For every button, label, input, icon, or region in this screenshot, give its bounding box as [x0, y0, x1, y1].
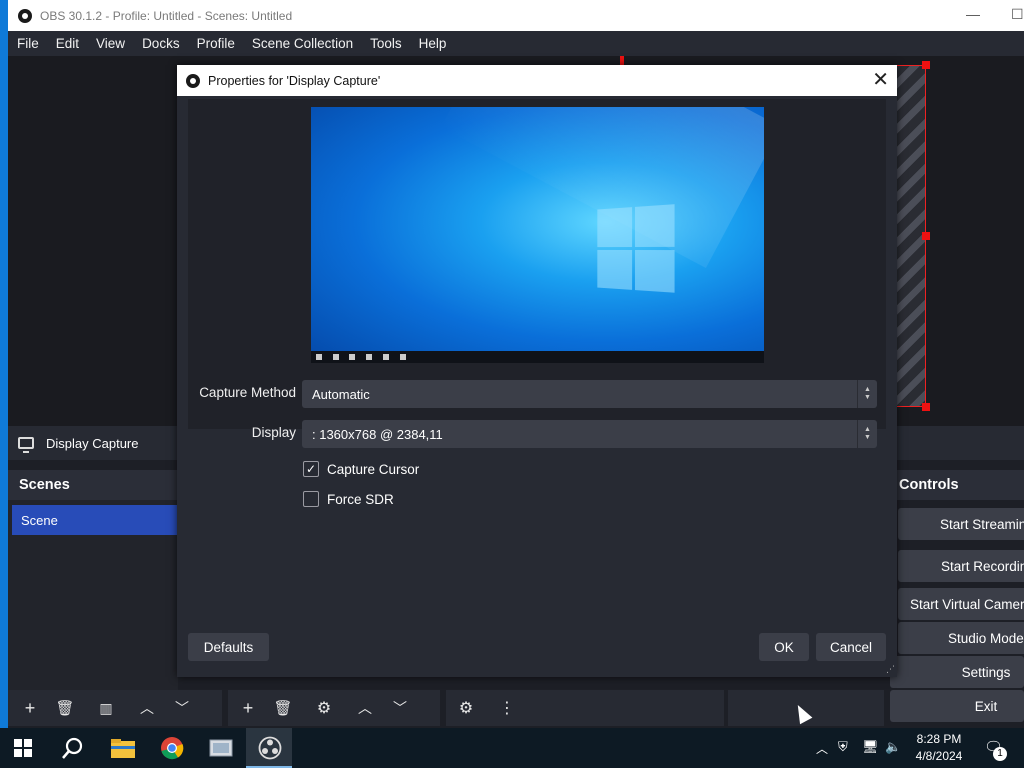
- capture-cursor-checkbox[interactable]: ✓ Capture Cursor: [303, 461, 419, 477]
- defaults-button[interactable]: Defaults: [188, 633, 269, 661]
- scene-filters-button[interactable]: ▥: [92, 696, 120, 720]
- app-icon[interactable]: [208, 736, 234, 760]
- studio-mode-button[interactable]: Studio Mode: [898, 622, 1024, 654]
- capture-method-value: Automatic: [312, 386, 370, 402]
- source-properties-gear-icon[interactable]: ⚙: [310, 696, 338, 720]
- display-value: : 1360x768 @ 2384,11: [312, 426, 443, 442]
- capture-method-label: Capture Method: [199, 385, 296, 400]
- display-select[interactable]: : 1360x768 @ 2384,11 ▲ ▼: [302, 420, 877, 448]
- start-recording-button[interactable]: Start Recording: [898, 550, 1024, 582]
- resize-grip-icon[interactable]: ⋰: [886, 664, 895, 675]
- security-icon[interactable]: ⛨: [838, 739, 848, 755]
- force-sdr-checkbox[interactable]: Force SDR: [303, 491, 394, 507]
- resize-handle-top-right[interactable]: [922, 61, 930, 69]
- network-icon[interactable]: 🖥: [862, 739, 879, 755]
- audio-settings-gear-icon[interactable]: ⚙: [452, 696, 480, 720]
- move-scene-down-button[interactable]: ﹀: [168, 696, 196, 720]
- volume-muted-icon[interactable]: 🔈: [885, 739, 901, 755]
- chevron-updown-icon: ▲ ▼: [857, 380, 877, 408]
- obs-icon[interactable]: [257, 736, 283, 760]
- dialog-title-bar: Properties for 'Display Capture' ✕: [177, 65, 897, 96]
- menu-scene-collection[interactable]: Scene Collection: [243, 36, 361, 51]
- cancel-button[interactable]: Cancel: [816, 633, 886, 661]
- chevron-updown-icon: ▲ ▼: [857, 420, 877, 448]
- menu-docks[interactable]: Docks: [133, 36, 188, 51]
- capture-method-select[interactable]: Automatic ▲ ▼: [302, 380, 877, 408]
- menu-help[interactable]: Help: [410, 36, 455, 51]
- source-name: Display Capture: [46, 435, 139, 451]
- mixer-menu-icon[interactable]: ⋮: [493, 696, 521, 720]
- monitor-icon: [18, 437, 34, 453]
- menu-bar: File Edit View Docks Profile Scene Colle…: [8, 31, 1024, 56]
- clock[interactable]: 8:28 PM 4/8/2024: [905, 731, 973, 765]
- chevron-up-icon[interactable]: ︿: [816, 740, 828, 757]
- remove-source-button[interactable]: 🗑: [269, 696, 297, 720]
- scenes-dock-title: Scenes: [8, 470, 178, 500]
- window-title: OBS 30.1.2 - Profile: Untitled - Scenes:…: [40, 8, 293, 23]
- checkmark-icon[interactable]: ✓: [303, 461, 319, 477]
- ok-button[interactable]: OK: [759, 633, 809, 661]
- move-scene-up-button[interactable]: ︿: [133, 696, 161, 720]
- resize-handle-bottom-right[interactable]: [922, 403, 930, 411]
- search-icon[interactable]: [60, 736, 86, 760]
- move-source-up-button[interactable]: ︿: [351, 696, 379, 720]
- menu-profile[interactable]: Profile: [188, 36, 243, 51]
- start-virtual-camera-button[interactable]: Start Virtual Camera: [898, 588, 1024, 620]
- exit-button[interactable]: Exit: [890, 690, 1024, 722]
- controls-dock-title: Controls: [890, 470, 1024, 500]
- file-explorer-icon[interactable]: [110, 736, 136, 760]
- mixer-toolbar: [446, 690, 724, 726]
- menu-edit[interactable]: Edit: [47, 36, 87, 51]
- clock-date: 4/8/2024: [915, 749, 963, 763]
- menu-view[interactable]: View: [87, 36, 133, 51]
- menu-file[interactable]: File: [8, 36, 47, 51]
- add-source-button[interactable]: +: [234, 696, 262, 720]
- add-scene-button[interactable]: +: [16, 696, 44, 720]
- clock-time: 8:28 PM: [916, 732, 962, 746]
- chrome-icon[interactable]: [159, 736, 185, 760]
- dialog-title: Properties for 'Display Capture': [208, 73, 381, 88]
- start-icon[interactable]: [14, 739, 32, 757]
- force-sdr-label: Force SDR: [327, 491, 394, 507]
- menu-tools[interactable]: Tools: [361, 36, 410, 51]
- obs-logo-icon: [18, 8, 32, 23]
- capture-cursor-label: Capture Cursor: [327, 461, 420, 477]
- obs-logo-icon: [186, 73, 200, 88]
- remove-scene-button[interactable]: 🗑: [51, 696, 79, 720]
- start-streaming-button[interactable]: Start Streaming: [898, 508, 1024, 540]
- checkbox-empty[interactable]: [303, 491, 319, 507]
- notification-count: 1: [993, 747, 1007, 761]
- preview-taskbar: [311, 351, 764, 363]
- desktop-capture-preview: [311, 107, 764, 363]
- scene-item[interactable]: Scene: [12, 505, 178, 535]
- close-icon[interactable]: ✕: [872, 69, 889, 91]
- windows-taskbar: ︿ ⛨ 🖥 🔈 🗨 1: [0, 728, 1024, 768]
- settings-button[interactable]: Settings: [890, 656, 1024, 688]
- window-edge: [0, 0, 8, 728]
- move-source-down-button[interactable]: ﹀: [386, 696, 414, 720]
- windows-logo-icon: [597, 204, 675, 294]
- resize-handle-right[interactable]: [922, 232, 930, 240]
- maximize-button[interactable]: ☐: [1011, 6, 1024, 23]
- display-label: Display: [251, 425, 296, 440]
- properties-dialog: Properties for 'Display Capture' ✕ Captu…: [177, 65, 897, 677]
- minimize-button[interactable]: —: [966, 6, 980, 22]
- title-bar: OBS 30.1.2 - Profile: Untitled - Scenes:…: [8, 0, 1024, 31]
